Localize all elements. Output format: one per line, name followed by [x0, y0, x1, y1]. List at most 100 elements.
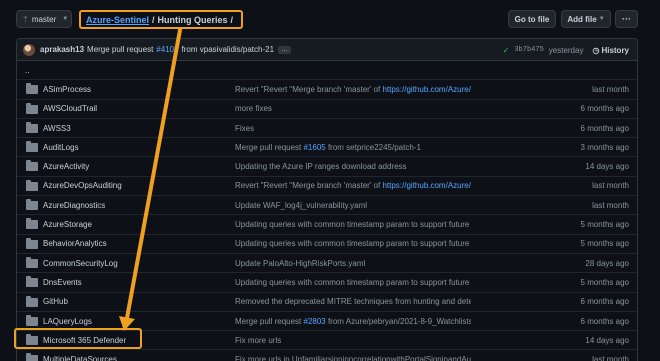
commit-message-text: Fix more urls: [235, 335, 282, 345]
table-row[interactable]: Microsoft 365 Defender Fix more urls 14 da…: [17, 331, 637, 351]
folder-name-link[interactable]: Microsoft 365 Defender: [43, 336, 126, 345]
commit-age[interactable]: last month: [592, 201, 629, 210]
expand-commit-button[interactable]: …: [278, 45, 292, 54]
commit-message-text: Fix more urls in Unfamiliarsigninncorrel…: [235, 355, 471, 361]
folder-name-link[interactable]: DnsEvents: [43, 278, 82, 287]
folder-name-link[interactable]: AzureDiagnostics: [43, 201, 105, 210]
commit-age[interactable]: last month: [592, 85, 629, 94]
commit-message-text: Merge pull request: [235, 142, 304, 152]
commit-message-link[interactable]: Updating queries with common timestamp p…: [235, 220, 471, 229]
table-row[interactable]: AzureDevOpsAuditing Revert "Revert "Merge…: [17, 177, 637, 197]
commit-message-link[interactable]: Updating queries with common timestamp p…: [235, 278, 471, 287]
commit-message-link[interactable]: Fix more urls in Unfamiliarsigninncorrel…: [235, 355, 471, 361]
folder-name-link[interactable]: LAQueryLogs: [43, 317, 92, 326]
commit-age[interactable]: 28 days ago: [585, 259, 629, 268]
commit-reference-link[interactable]: https://github.com/Azure/Azu...: [382, 181, 471, 190]
parent-directory-row[interactable]: ..: [17, 61, 637, 81]
check-icon[interactable]: ✓: [503, 46, 510, 55]
commit-age[interactable]: 14 days ago: [585, 336, 629, 345]
commit-age[interactable]: last month: [592, 181, 629, 190]
table-row[interactable]: BehaviorAnalytics Updating queries with c…: [17, 235, 637, 254]
commit-message-text: Revert "Revert "Merge branch 'master' of: [235, 84, 383, 94]
commit-message-link[interactable]: Update WAF_log4j_vulnerability.yaml: [235, 201, 471, 210]
latest-commit-bar: aprakash13 Merge pull request #4103 from…: [17, 39, 637, 61]
folder-icon: [26, 295, 38, 307]
commit-message-suffix[interactable]: from vpasivalidis/patch-21: [182, 45, 274, 54]
breadcrumb-repo-link[interactable]: Azure-Sentinel: [86, 15, 149, 25]
breadcrumb-trailing-separator: /: [230, 14, 234, 25]
commit-pr-link[interactable]: #4103: [156, 45, 178, 54]
folder-name-link[interactable]: MultipleDataSources: [43, 355, 117, 361]
commit-meta: ✓ 3b7b475 yesterday ◷ History: [503, 39, 629, 61]
git-branch-icon: ᛘ: [23, 14, 28, 24]
folder-icon: [26, 199, 38, 211]
commit-message-link[interactable]: Removed the deprecated MITRE techniques …: [235, 297, 471, 306]
commit-message-link[interactable]: Merge pull request #1605 from setprice22…: [235, 143, 471, 152]
table-row[interactable]: AWSCloudTrail more fixes 6 months ago: [17, 100, 637, 119]
avatar[interactable]: [23, 43, 35, 56]
add-file-label: Add file: [567, 14, 597, 24]
table-row[interactable]: AzureStorage Updating queries with common…: [17, 215, 637, 235]
commit-message-link[interactable]: Fixes: [235, 124, 471, 133]
folder-icon: [26, 121, 38, 133]
commit-message-link[interactable]: Fix more urls: [235, 336, 471, 345]
folder-name-link[interactable]: GitHub: [43, 297, 68, 306]
commit-age[interactable]: last month: [592, 355, 629, 361]
commit-message-link[interactable]: Updating the Azure IP ranges download ad…: [235, 162, 471, 171]
folder-name-link[interactable]: CommonSecurityLog: [43, 259, 118, 268]
commit-message-link[interactable]: Update PaloAlto-HighRiskPorts.yaml: [235, 259, 471, 268]
commit-message-text: Removed the deprecated MITRE techniques …: [235, 297, 471, 307]
branch-name: master: [31, 14, 57, 24]
commit-age[interactable]: 6 months ago: [581, 317, 629, 326]
folder-icon: [26, 237, 38, 249]
go-to-file-button[interactable]: Go to file: [508, 10, 556, 28]
add-file-button[interactable]: Add file ▼: [561, 10, 611, 28]
commit-age[interactable]: 5 months ago: [581, 278, 629, 287]
commit-message-prefix[interactable]: Merge pull request: [87, 45, 153, 54]
branch-select-button[interactable]: ᛘ master ▼: [16, 10, 72, 28]
folder-icon: [26, 256, 38, 268]
commit-message-link[interactable]: Revert "Revert "Merge branch 'master' of…: [235, 181, 471, 190]
commit-message-link[interactable]: more fixes: [235, 104, 471, 113]
folder-name-link[interactable]: BehaviorAnalytics: [43, 239, 107, 248]
folder-name-link[interactable]: AWSCloudTrail: [43, 104, 97, 113]
table-row[interactable]: AuditLogs Merge pull request #1605 from s…: [17, 138, 637, 158]
commit-hash[interactable]: 3b7b475: [514, 46, 543, 54]
folder-icon: [26, 353, 38, 361]
commit-age[interactable]: 6 months ago: [581, 124, 629, 133]
commit-age[interactable]: 6 months ago: [581, 104, 629, 113]
table-row[interactable]: AzureDiagnostics Update WAF_log4j_vulnera…: [17, 196, 637, 216]
folder-icon: [26, 83, 38, 95]
commit-message-link[interactable]: Merge pull request #2803 from Azure/pebr…: [235, 317, 471, 326]
table-row[interactable]: AWSS3 Fixes 6 months ago: [17, 119, 637, 139]
table-row[interactable]: AzureActivity Updating the Azure IP range…: [17, 157, 637, 177]
more-options-button[interactable]: ···: [615, 10, 638, 28]
commit-age[interactable]: 6 months ago: [581, 297, 629, 306]
folder-icon: [26, 179, 38, 191]
commit-reference-link[interactable]: #2803: [303, 317, 325, 326]
commit-message-link[interactable]: Updating queries with common timestamp p…: [235, 239, 471, 248]
folder-name-link[interactable]: AuditLogs: [43, 143, 79, 152]
folder-name-link[interactable]: AzureActivity: [43, 162, 89, 171]
table-row[interactable]: MultipleDataSources Fix more urls in Unfa…: [17, 350, 637, 361]
table-row[interactable]: DnsEvents Updating queries with common ti…: [17, 273, 637, 293]
commit-age[interactable]: 5 months ago: [581, 220, 629, 229]
table-row[interactable]: ASimProcess Revert "Revert "Merge branch …: [17, 80, 637, 100]
folder-name-link[interactable]: AWSS3: [43, 124, 71, 133]
commit-reference-link[interactable]: #1605: [303, 143, 325, 152]
commit-reference-link[interactable]: https://github.com/Azure/Azu...: [382, 85, 471, 94]
table-row[interactable]: GitHub Removed the deprecated MITRE techn…: [17, 293, 637, 312]
commit-age[interactable]: 3 months ago: [581, 143, 629, 152]
folder-name-link[interactable]: AzureDevOpsAuditing: [43, 181, 122, 190]
commit-message-link[interactable]: Revert "Revert "Merge branch 'master' of…: [235, 85, 471, 94]
table-row[interactable]: CommonSecurityLog Update PaloAlto-HighRis…: [17, 254, 637, 274]
commit-age[interactable]: 14 days ago: [585, 162, 629, 171]
history-link[interactable]: ◷ History: [592, 46, 629, 55]
commit-age[interactable]: 5 months ago: [581, 239, 629, 248]
commit-author[interactable]: aprakash13: [40, 45, 84, 54]
table-row[interactable]: LAQueryLogs Merge pull request #2803 from…: [17, 312, 637, 332]
folder-name-link[interactable]: AzureStorage: [43, 220, 92, 229]
chevron-down-icon: ▼: [62, 16, 69, 22]
folder-name-link[interactable]: ASimProcess: [43, 85, 91, 94]
parent-directory-link[interactable]: ..: [25, 66, 29, 75]
